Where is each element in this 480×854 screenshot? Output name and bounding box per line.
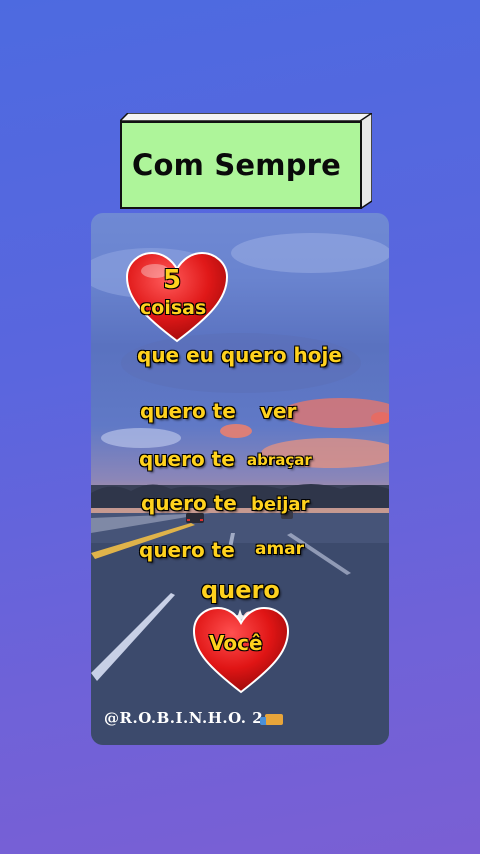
watermark-handle: @R.O.B.I.N.H.O. 2 — [104, 709, 284, 727]
line-2-verb: abraçar — [247, 451, 312, 469]
truck-icon — [260, 713, 284, 725]
quero-text: quero — [201, 576, 280, 604]
subtitle: que eu quero hoje — [137, 343, 342, 367]
title-box: Com Sempre — [120, 121, 362, 209]
line-3-verb: beijar — [251, 494, 310, 515]
heart-word-coisas: coisas — [140, 297, 207, 319]
video-card[interactable]: 5 coisas que eu quero hoje quero te ver … — [91, 213, 389, 745]
line-1-prefix: quero te — [140, 399, 236, 423]
line-4-verb: amar — [255, 539, 305, 559]
heart-number: 5 — [163, 265, 182, 295]
line-3-prefix: quero te — [141, 491, 237, 515]
line-1-verb: ver — [260, 399, 297, 423]
line-4-prefix: quero te — [139, 538, 235, 562]
line-2-prefix: quero te — [139, 447, 235, 471]
page-title: Com Sempre — [132, 148, 342, 182]
heart-word-voce: Você — [209, 631, 263, 655]
